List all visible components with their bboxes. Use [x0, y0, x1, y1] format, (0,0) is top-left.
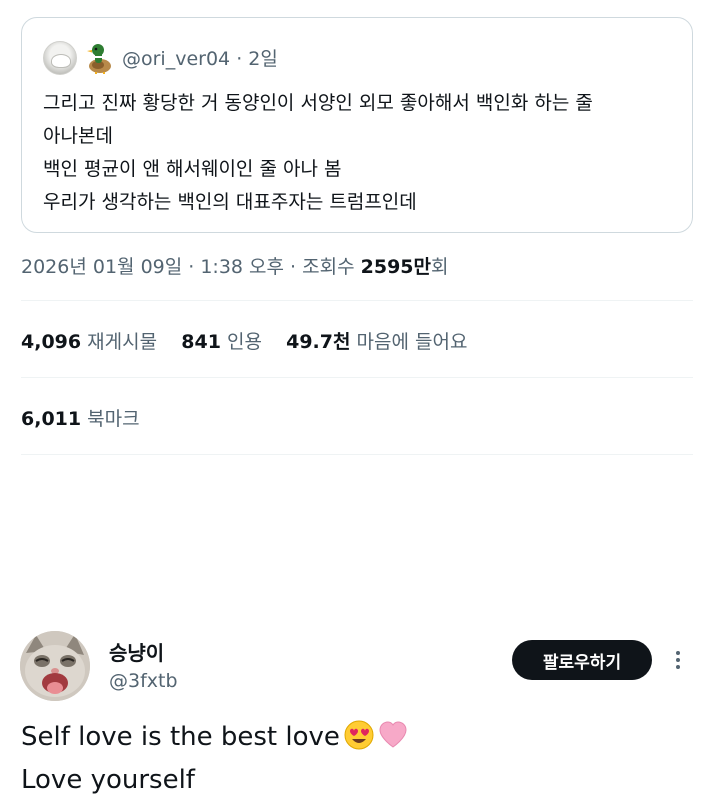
reposts-count: 4,096 [21, 331, 82, 353]
reply-tweet-text: Self love is the best love Love yourself [21, 718, 408, 799]
quoted-tweet-text: 그리고 진짜 황당한 거 동양인이 서양인 외모 좋아해서 백인화 하는 줄 아… [43, 87, 683, 219]
reposts-label: 재게시물 [87, 331, 158, 353]
bookmarks-count: 6,011 [21, 408, 82, 430]
quotes-stat[interactable]: 841 인용 [181, 331, 262, 353]
view-suffix: 회 [431, 256, 449, 278]
heart-eyes-emoji-icon [344, 720, 374, 761]
divider [21, 300, 693, 301]
bookmarks-label: 북마크 [87, 408, 140, 430]
reply-author-avatar[interactable] [20, 631, 90, 701]
quotes-count: 841 [181, 331, 221, 353]
quoted-line: 백인 평균이 앤 해서웨이인 줄 아나 봄 [43, 158, 342, 180]
quoted-line: 그리고 진짜 황당한 거 동양인이 서양인 외모 좋아해서 백인화 하는 줄 [43, 92, 593, 114]
reply-line-2: Love yourself [21, 765, 195, 795]
quoted-author-avatar[interactable] [43, 41, 77, 75]
reply-author-handle[interactable]: @3fxtb [109, 670, 178, 692]
reposts-stat[interactable]: 4,096 재게시물 [21, 331, 157, 353]
reply-author-name[interactable]: 승냥이 [109, 637, 164, 666]
view-count: 2595만 [360, 256, 431, 278]
reply-line-1-text: Self love is the best love [21, 722, 340, 752]
engagement-stats: 4,096 재게시물 841 인용 49.7천 마음에 들어요 [21, 327, 467, 354]
duck-emoji-icon [84, 41, 116, 75]
tweet-time: 2일 [248, 48, 278, 70]
likes-stat[interactable]: 49.7천 마음에 들어요 [286, 331, 467, 353]
follow-button[interactable]: 팔로우하기 [512, 640, 652, 680]
quoted-author-handle[interactable]: @ori_ver04 · 2일 [122, 44, 278, 71]
divider [21, 377, 693, 378]
separator-dot: · [236, 48, 243, 70]
quoted-line: 아나본데 [43, 125, 113, 147]
likes-label: 마음에 들어요 [356, 331, 468, 353]
handle-text: @ori_ver04 [122, 48, 231, 70]
quoted-line: 우리가 생각하는 백인의 대표주자는 트럼프인데 [43, 191, 417, 213]
divider [21, 454, 693, 455]
tweet-meta: 2026년 01월 09일 · 1:38 오후 · 조회수 2595만회 [21, 252, 448, 279]
quotes-label: 인용 [226, 331, 262, 353]
pink-heart-emoji-icon [378, 720, 408, 761]
tweet-date[interactable]: 2026년 01월 09일 · 1:38 오후 · 조회수 [21, 256, 361, 278]
reply-line-1: Self love is the best love [21, 718, 408, 761]
bookmarks-stat[interactable]: 6,011 북마크 [21, 404, 140, 431]
more-options-icon[interactable] [670, 648, 686, 672]
likes-count: 49.7천 [286, 331, 351, 353]
